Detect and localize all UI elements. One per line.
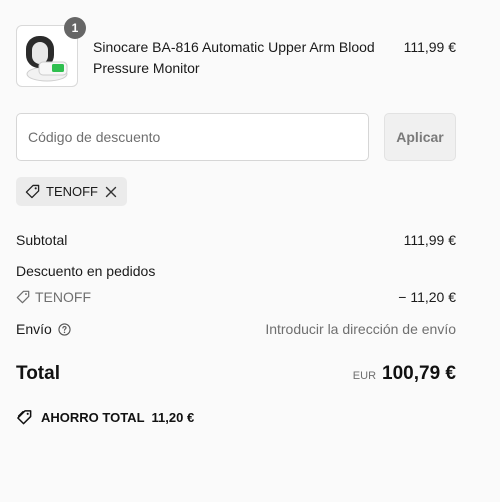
- tag-icon: [16, 290, 30, 304]
- discount-code-input[interactable]: [16, 113, 369, 161]
- order-discount-code-text: TENOFF: [35, 289, 91, 305]
- total-value-group: EUR 100,79 €: [353, 363, 456, 385]
- applied-discount-code: TENOFF: [46, 184, 98, 199]
- order-discount-value: − 11,20 €: [398, 289, 456, 305]
- help-circle-icon[interactable]: [58, 322, 71, 336]
- total-savings: AHORRO TOTAL 11,20 €: [16, 409, 194, 426]
- currency-code: EUR: [352, 370, 377, 382]
- total-label: Total: [16, 363, 60, 384]
- applied-discount-chip: TENOFF: [16, 177, 127, 206]
- total-value: 100,79 €: [382, 363, 456, 384]
- shipping-value: Introducir la dirección de envío: [265, 321, 456, 337]
- quantity-badge: 1: [64, 17, 86, 39]
- close-icon[interactable]: [105, 186, 117, 198]
- product-price: 111,99 €: [403, 39, 456, 55]
- shipping-row-label: Envío: [16, 321, 71, 337]
- subtotal-value: 111,99 €: [403, 232, 456, 248]
- order-discount-label: Descuento en pedidos: [16, 263, 156, 279]
- product-name: Sinocare BA-816 Automatic Upper Arm Bloo…: [93, 39, 375, 76]
- order-discount-code: TENOFF: [16, 289, 91, 305]
- apply-discount-button[interactable]: Aplicar: [384, 113, 456, 161]
- tag-icon: [25, 184, 40, 199]
- subtotal-label: Subtotal: [16, 232, 68, 248]
- savings-label: AHORRO TOTAL: [41, 410, 145, 425]
- shipping-label: Envío: [16, 321, 52, 337]
- savings-value: 11,20 €: [151, 410, 195, 425]
- savings-tag-icon: [17, 410, 32, 425]
